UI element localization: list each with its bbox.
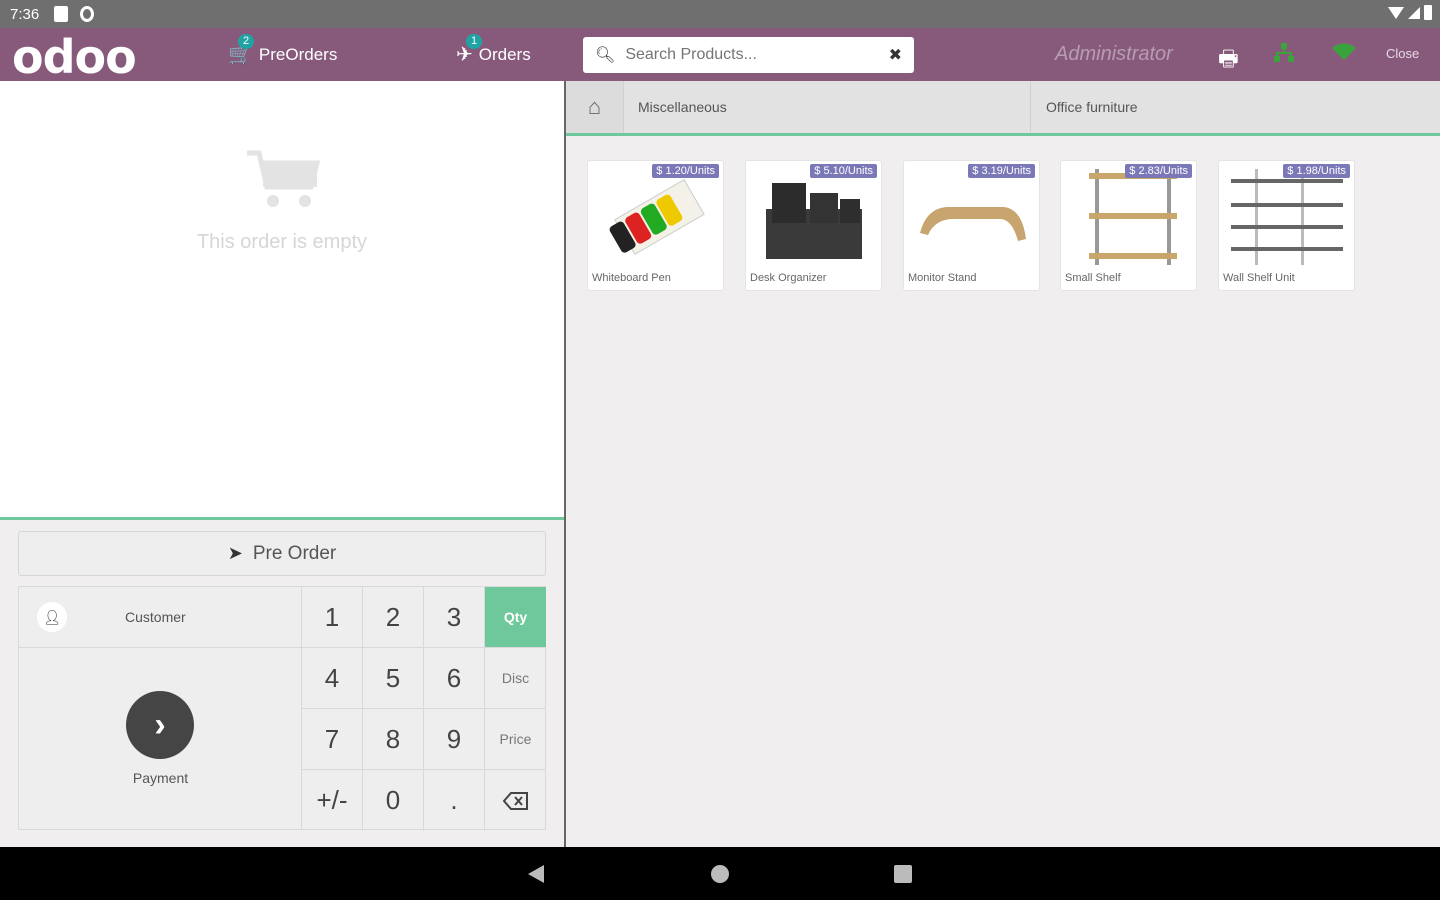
chevron-right-icon: › xyxy=(126,691,194,759)
numpad-key-2[interactable]: 2 xyxy=(363,587,424,648)
mode-disc-button[interactable]: Disc xyxy=(485,648,546,709)
product-name: Desk Organizer xyxy=(750,272,827,284)
clear-search-icon[interactable]: ✖ xyxy=(889,45,902,65)
cell-signal-icon xyxy=(1408,6,1420,19)
customer-button[interactable]: 👤︎ Customer xyxy=(19,587,302,648)
orders-button[interactable]: ✈ 1 Orders xyxy=(456,28,531,81)
customer-label: Customer xyxy=(125,609,186,625)
search-input[interactable] xyxy=(625,46,889,64)
numpad-key-4[interactable]: 4 xyxy=(302,648,363,709)
proxy-status-icon[interactable] xyxy=(1272,42,1296,70)
numpad-key-3[interactable]: 3 xyxy=(424,587,485,648)
close-button[interactable]: Close xyxy=(1386,46,1419,61)
product-image xyxy=(766,183,862,259)
control-panel: ➤ Pre Order 👤︎ Customer › Payment 1 2 3 … xyxy=(0,520,564,847)
product-card[interactable]: $ 2.83/Units Small Shelf xyxy=(1060,160,1197,291)
backspace-button[interactable] xyxy=(485,770,546,831)
cart-icon: 🛒 2 xyxy=(228,34,255,66)
price-tag: $ 1.98/Units xyxy=(1283,164,1350,178)
search-icon: 🔍︎ xyxy=(595,47,616,64)
backspace-icon xyxy=(502,791,528,810)
numpad-area: 👤︎ Customer › Payment 1 2 3 Qty 4 5 6 Di… xyxy=(18,586,546,831)
rocket-icon: ✈ 1 xyxy=(456,34,483,67)
category-divider xyxy=(1030,81,1031,133)
product-name: Small Shelf xyxy=(1065,272,1121,284)
printer-icon[interactable]: 🖶 xyxy=(1218,42,1239,80)
odoo-logo: odoo xyxy=(12,30,137,84)
product-image xyxy=(609,178,705,256)
empty-order-message: This order is empty xyxy=(196,231,368,253)
product-image xyxy=(920,207,1026,241)
mode-price-button[interactable]: Price xyxy=(485,709,546,770)
product-name: Wall Shelf Unit xyxy=(1223,272,1295,284)
product-card[interactable]: $ 3.19/Units Monitor Stand xyxy=(903,160,1040,291)
orders-label: Orders xyxy=(478,44,531,64)
numpad-key-6[interactable]: 6 xyxy=(424,648,485,709)
user-icon: 👤︎ xyxy=(37,602,67,632)
numpad-key-9[interactable]: 9 xyxy=(424,709,485,770)
sd-card-icon xyxy=(54,6,68,22)
product-name: Monitor Stand xyxy=(908,272,977,284)
android-nav-bar xyxy=(0,847,1440,900)
numpad-key-plus-minus[interactable]: +/- xyxy=(302,770,363,831)
price-tag: $ 2.83/Units xyxy=(1125,164,1192,178)
category-bar: ⌂ Miscellaneous Office furniture xyxy=(566,81,1440,136)
orders-badge: 1 xyxy=(466,34,483,49)
home-icon: ⌂ xyxy=(587,94,602,119)
payment-label: Payment xyxy=(132,770,189,786)
numpad-key-1[interactable]: 1 xyxy=(302,587,363,648)
sync-icon xyxy=(80,6,94,22)
empty-cart-icon xyxy=(245,149,321,211)
numpad-key-0[interactable]: 0 xyxy=(363,770,424,831)
recent-apps-icon[interactable] xyxy=(894,865,912,883)
preorders-button[interactable]: 🛒 2 PreOrders xyxy=(228,28,337,81)
product-image xyxy=(1089,169,1177,265)
product-image xyxy=(1231,169,1343,265)
pre-order-button[interactable]: ➤ Pre Order xyxy=(18,531,546,576)
wifi-status-icon[interactable] xyxy=(1331,42,1357,68)
preorders-label: PreOrders xyxy=(258,44,338,64)
order-pane: This order is empty ➤ Pre Order 👤︎ Custo… xyxy=(0,81,564,847)
preorders-badge: 2 xyxy=(238,34,255,49)
paper-plane-icon: ➤ xyxy=(227,543,243,563)
numpad-key-8[interactable]: 8 xyxy=(363,709,424,770)
price-tag: $ 3.19/Units xyxy=(968,164,1035,178)
numpad-key-decimal[interactable]: . xyxy=(424,770,485,831)
payment-button[interactable]: › Payment xyxy=(19,648,302,829)
pre-order-label: Pre Order xyxy=(252,542,337,564)
user-name[interactable]: Administrator xyxy=(1055,43,1173,66)
product-card[interactable]: $ 1.98/Units Wall Shelf Unit xyxy=(1218,160,1355,291)
category-miscellaneous[interactable]: Miscellaneous xyxy=(638,81,727,133)
wifi-signal-icon xyxy=(1388,6,1404,19)
status-time: 7:36 xyxy=(10,6,40,23)
product-card[interactable]: $ 5.10/Units Desk Organizer xyxy=(745,160,882,291)
product-pane: ⌂ Miscellaneous Office furniture $ 1.20/… xyxy=(566,81,1440,847)
price-tag: $ 1.20/Units xyxy=(652,164,719,178)
price-tag: $ 5.10/Units xyxy=(810,164,877,178)
battery-icon xyxy=(1424,5,1432,20)
home-circle-icon[interactable] xyxy=(711,865,729,883)
category-office-furniture[interactable]: Office furniture xyxy=(1046,81,1138,133)
numpad-key-7[interactable]: 7 xyxy=(302,709,363,770)
product-name: Whiteboard Pen xyxy=(592,272,671,284)
home-category-button[interactable]: ⌂ xyxy=(566,81,624,133)
numpad-key-5[interactable]: 5 xyxy=(363,648,424,709)
back-icon[interactable] xyxy=(528,865,544,883)
pos-header: odoo 🛒2 PreOrders ✈1 Orders 🔍︎ ✖ Adminis… xyxy=(0,28,1440,84)
product-card[interactable]: $ 1.20/Units Whiteboard Pen xyxy=(587,160,724,291)
android-status-bar: 7:36 xyxy=(0,0,1440,28)
mode-qty-button[interactable]: Qty xyxy=(485,587,546,648)
product-search: 🔍︎ ✖ xyxy=(583,37,914,73)
